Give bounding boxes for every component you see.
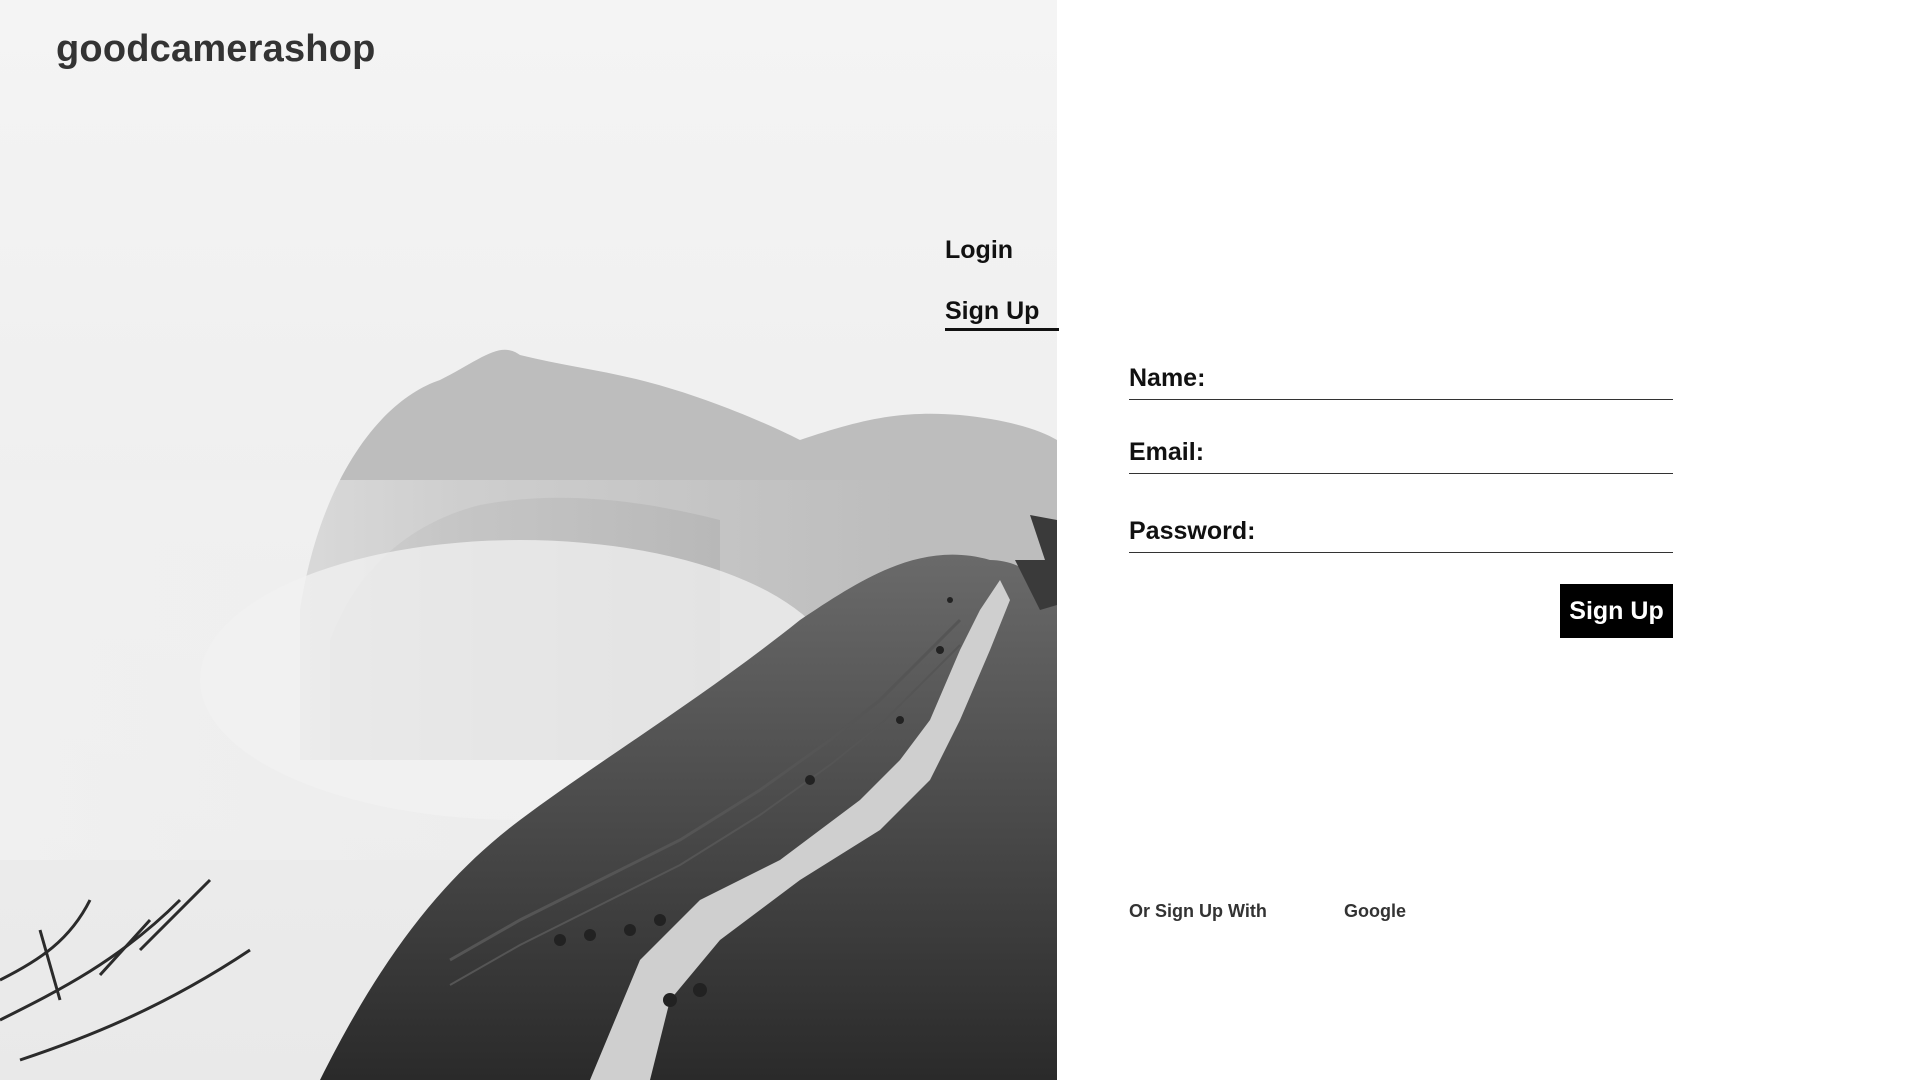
mountain-trail-image: [0, 0, 1057, 1080]
password-label: Password:: [1129, 517, 1256, 545]
brand-logo[interactable]: goodcamerashop: [56, 28, 376, 71]
tab-login[interactable]: Login: [945, 236, 1013, 265]
signup-submit-button[interactable]: Sign Up: [1560, 584, 1673, 638]
email-field: Email:: [1129, 434, 1673, 474]
password-field: Password:: [1129, 513, 1673, 553]
tab-signup[interactable]: Sign Up: [945, 297, 1039, 326]
name-field: Name:: [1129, 360, 1673, 400]
name-label: Name:: [1129, 364, 1206, 392]
google-signup-link[interactable]: Google: [1344, 901, 1406, 922]
name-input[interactable]: [1205, 365, 1673, 399]
email-input[interactable]: [1204, 439, 1673, 473]
email-label: Email:: [1129, 438, 1205, 466]
active-tab-indicator: [945, 328, 1059, 331]
password-input[interactable]: [1255, 518, 1673, 552]
alternate-signup-label: Or Sign Up With: [1129, 901, 1267, 921]
hero-photo: goodcamerashop: [0, 0, 1057, 1080]
